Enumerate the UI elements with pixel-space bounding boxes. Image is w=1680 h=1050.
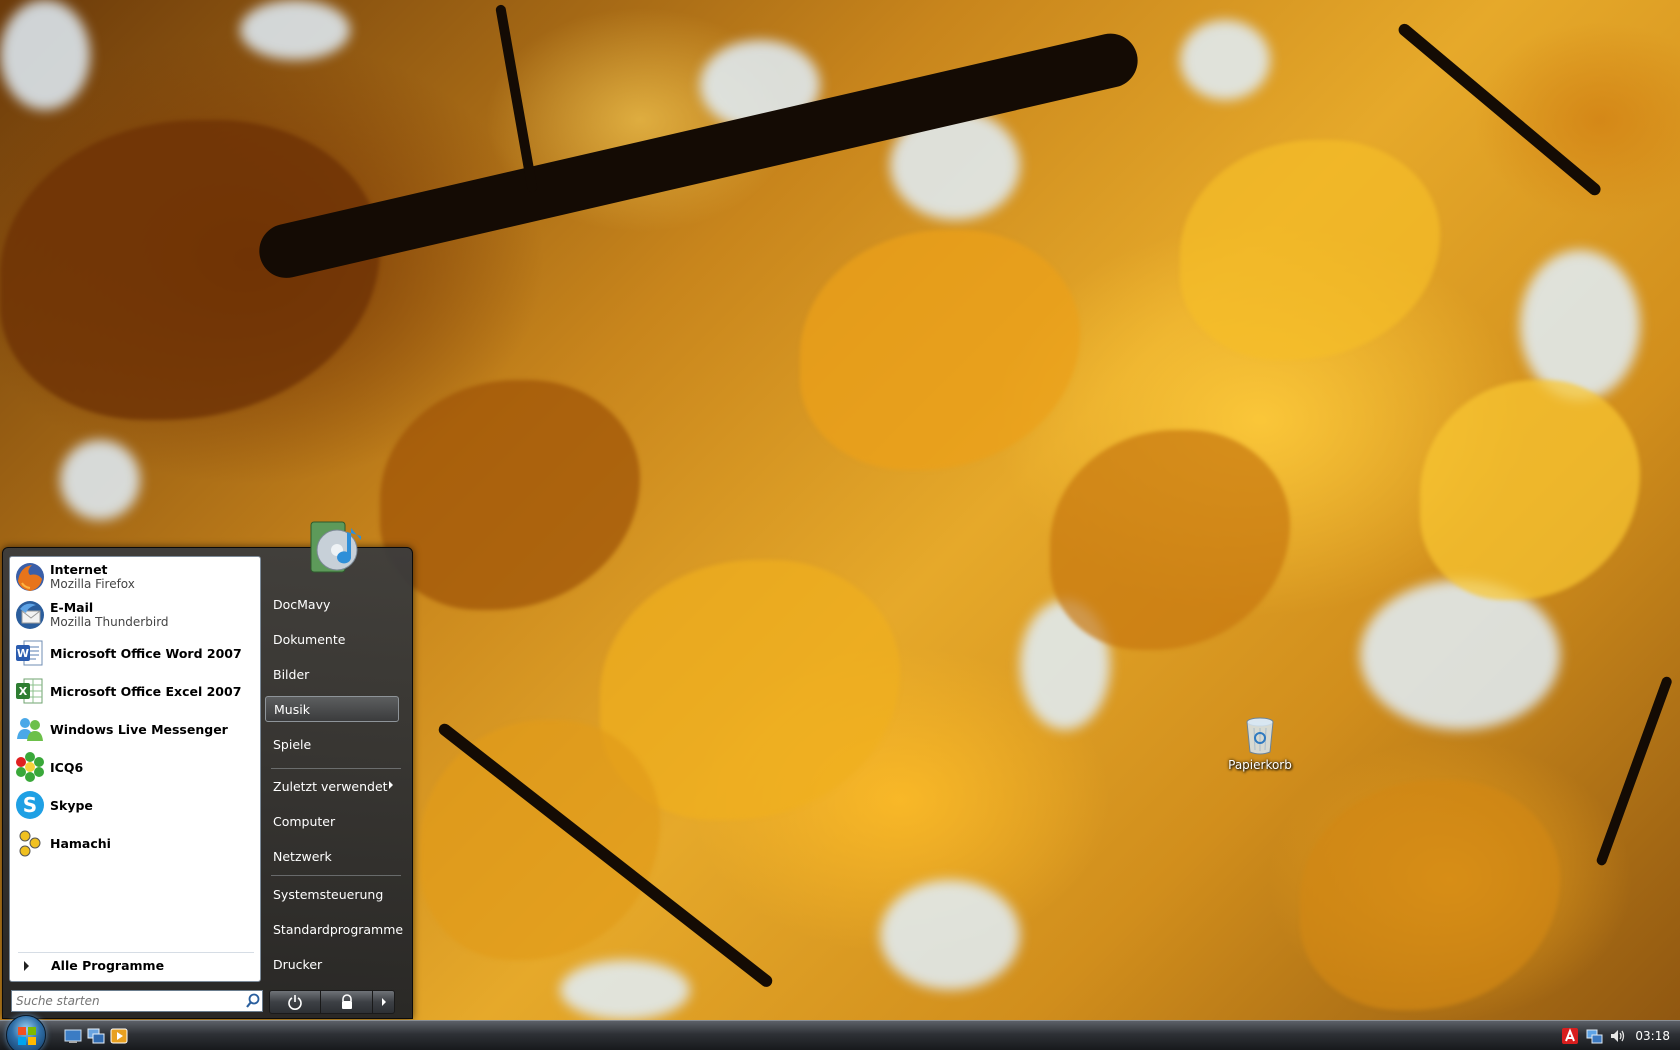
user-picture-music-icon	[307, 518, 365, 580]
program-subtitle: Mozilla Firefox	[50, 577, 135, 591]
svg-text:S: S	[23, 793, 37, 817]
program-excel[interactable]: X Microsoft Office Excel 2007	[14, 673, 256, 709]
place-label: Netzwerk	[273, 848, 332, 864]
power-icon	[288, 995, 302, 1010]
place-label: Spiele	[273, 736, 312, 752]
recycle-bin-shortcut[interactable]: Papierkorb	[1222, 716, 1298, 772]
search-icon[interactable]	[244, 992, 262, 1010]
power-button[interactable]	[269, 990, 321, 1014]
place-spiele[interactable]: Spiele	[265, 731, 399, 757]
network-icon[interactable]	[1585, 1027, 1603, 1045]
word-icon: W	[14, 637, 46, 669]
place-label: Zuletzt verwendet	[273, 778, 388, 794]
recycle-bin-label: Papierkorb	[1228, 758, 1292, 772]
icq-icon	[14, 751, 46, 783]
place-label: DocMavy	[273, 596, 331, 612]
program-email[interactable]: E-Mail Mozilla Thunderbird	[14, 597, 256, 633]
place-dokumente[interactable]: Dokumente	[265, 626, 399, 652]
firefox-icon	[14, 561, 46, 593]
program-title: E-Mail	[50, 600, 94, 615]
start-menu-programs-pane: Internet Mozilla Firefox E-Mail Mozilla …	[9, 556, 261, 982]
separator	[271, 875, 401, 876]
place-zuletzt-verwendet[interactable]: Zuletzt verwendet	[265, 773, 399, 799]
place-label: Computer	[273, 813, 336, 829]
show-desktop-icon[interactable]	[64, 1028, 82, 1044]
all-programs-button[interactable]: Alle Programme	[18, 952, 254, 974]
messenger-icon	[14, 713, 46, 745]
taskbar: 03:18	[0, 1015, 1680, 1050]
svg-text:X: X	[19, 685, 28, 698]
svg-text:W: W	[17, 647, 29, 660]
media-player-icon[interactable]	[110, 1028, 128, 1044]
start-menu: Internet Mozilla Firefox E-Mail Mozilla …	[2, 521, 413, 1019]
antivirus-icon[interactable]	[1561, 1027, 1579, 1045]
place-label: Standardprogramme	[273, 921, 404, 937]
place-label: Drucker	[273, 956, 323, 972]
program-title: Microsoft Office Excel 2007	[50, 683, 242, 699]
start-search-input[interactable]	[12, 991, 244, 1011]
arrow-right-icon	[24, 960, 29, 971]
separator	[271, 768, 401, 769]
power-controls	[269, 990, 397, 1014]
program-title: Internet	[50, 562, 108, 577]
program-title: Skype	[50, 797, 93, 813]
program-title: Windows Live Messenger	[50, 721, 228, 737]
lock-button[interactable]	[321, 990, 373, 1014]
place-docmavy[interactable]: DocMavy	[265, 591, 399, 617]
system-tray: 03:18	[1561, 1021, 1680, 1050]
place-label: Bilder	[273, 666, 310, 682]
hamachi-icon	[14, 827, 46, 859]
place-standardprogramme[interactable]: Standardprogramme	[265, 916, 403, 942]
place-label: Dokumente	[273, 631, 346, 647]
place-label: Musik	[274, 701, 310, 717]
start-search-box[interactable]	[11, 990, 263, 1012]
place-bilder[interactable]: Bilder	[265, 661, 399, 687]
excel-icon: X	[14, 675, 46, 707]
program-icq[interactable]: ICQ6	[14, 749, 256, 785]
place-musik[interactable]: Musik	[265, 696, 399, 722]
program-internet[interactable]: Internet Mozilla Firefox	[14, 559, 256, 595]
start-button[interactable]	[6, 1015, 46, 1050]
program-hamachi[interactable]: Hamachi	[14, 825, 256, 861]
program-title: ICQ6	[50, 759, 84, 775]
all-programs-label: Alle Programme	[51, 958, 165, 973]
program-subtitle: Mozilla Thunderbird	[50, 615, 169, 629]
shutdown-options-button[interactable]	[373, 990, 395, 1014]
program-title: Hamachi	[50, 835, 111, 851]
switch-windows-icon[interactable]	[87, 1028, 105, 1044]
program-title: Microsoft Office Word 2007	[50, 645, 242, 661]
program-word[interactable]: W Microsoft Office Word 2007	[14, 635, 256, 671]
program-skype[interactable]: S Skype	[14, 787, 256, 823]
taskbar-clock[interactable]: 03:18	[1633, 1029, 1680, 1043]
place-netzwerk[interactable]: Netzwerk	[265, 843, 399, 869]
place-computer[interactable]: Computer	[265, 808, 399, 834]
program-messenger[interactable]: Windows Live Messenger	[14, 711, 256, 747]
place-systemsteuerung[interactable]: Systemsteuerung	[265, 881, 399, 907]
skype-icon: S	[14, 789, 46, 821]
recycle-bin-icon	[1244, 716, 1276, 756]
thunderbird-icon	[14, 599, 46, 631]
lock-icon	[341, 994, 352, 1009]
place-drucker[interactable]: Drucker	[265, 951, 399, 977]
arrow-right-icon	[381, 998, 386, 1006]
submenu-arrow-icon	[389, 781, 393, 789]
windows-logo-icon	[18, 1027, 36, 1045]
place-label: Systemsteuerung	[273, 886, 384, 902]
volume-icon[interactable]	[1609, 1027, 1627, 1045]
